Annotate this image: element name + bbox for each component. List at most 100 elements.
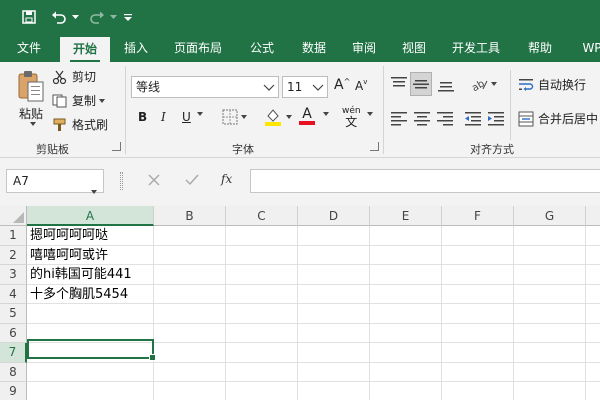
align-bottom-icon[interactable] bbox=[437, 76, 455, 92]
tab-help[interactable]: 帮助 bbox=[516, 34, 564, 62]
font-launcher-icon[interactable] bbox=[370, 142, 379, 151]
grid-cell[interactable] bbox=[370, 362, 442, 382]
grid-cell[interactable] bbox=[586, 343, 600, 363]
grid-cell[interactable] bbox=[586, 363, 600, 382]
row-header[interactable]: 7 bbox=[0, 343, 27, 363]
tab-file[interactable]: 文件 bbox=[4, 34, 54, 62]
grid-cell[interactable] bbox=[586, 324, 600, 343]
column-header-f[interactable]: F bbox=[442, 206, 514, 226]
bold-button[interactable]: B bbox=[138, 110, 147, 124]
paste-button-label[interactable]: 粘贴 bbox=[14, 105, 48, 122]
grid-cell[interactable] bbox=[27, 362, 154, 382]
grid-cell[interactable] bbox=[154, 323, 226, 343]
tab-data[interactable]: 数据 bbox=[290, 34, 338, 62]
undo-icon[interactable] bbox=[48, 6, 70, 28]
grid-cell[interactable] bbox=[154, 382, 226, 400]
grid-cell[interactable] bbox=[370, 226, 442, 246]
clipboard-launcher-icon[interactable] bbox=[112, 142, 121, 151]
grid-cell[interactable] bbox=[370, 265, 442, 285]
grid-cell[interactable] bbox=[586, 304, 600, 324]
borders-icon[interactable] bbox=[222, 109, 247, 125]
grid-cell[interactable] bbox=[298, 382, 370, 400]
grid-cell[interactable] bbox=[154, 284, 226, 304]
wrap-text-button[interactable]: 自动换行 bbox=[518, 76, 586, 93]
grid-cell[interactable] bbox=[514, 382, 586, 400]
grid-cell[interactable] bbox=[442, 245, 514, 265]
increase-font-size-button[interactable]: A ^ bbox=[334, 77, 350, 94]
save-icon[interactable] bbox=[18, 6, 40, 28]
grid-cell[interactable] bbox=[370, 343, 442, 363]
paste-dropdown-icon[interactable] bbox=[27, 122, 36, 126]
grid-cell[interactable] bbox=[298, 265, 370, 285]
row-header[interactable]: 6 bbox=[0, 323, 27, 343]
decrease-font-size-button[interactable]: Av bbox=[355, 78, 367, 93]
grid-cell[interactable] bbox=[154, 304, 226, 324]
cell-a4[interactable]: 十多个胸肌5454 bbox=[27, 284, 154, 304]
phonetic-guide-button[interactable]: wén 文 bbox=[342, 106, 361, 128]
grid-cell[interactable] bbox=[514, 343, 586, 363]
formula-input[interactable] bbox=[250, 169, 600, 193]
tab-formulas[interactable]: 公式 bbox=[238, 34, 286, 62]
increase-indent-icon[interactable] bbox=[487, 110, 505, 126]
grid-cell[interactable] bbox=[442, 362, 514, 382]
chevron-down-icon[interactable] bbox=[88, 179, 97, 201]
grid-cell[interactable] bbox=[514, 265, 586, 285]
grid-cell[interactable] bbox=[27, 382, 154, 400]
row-header[interactable]: 1 bbox=[0, 226, 27, 246]
merge-center-button[interactable]: 合并后居中 bbox=[518, 110, 598, 127]
column-header-c[interactable]: C bbox=[226, 206, 298, 226]
grid-cell[interactable] bbox=[226, 343, 298, 363]
customize-icon[interactable] bbox=[120, 6, 136, 28]
orientation-icon[interactable]: ab bbox=[470, 76, 497, 92]
row-header[interactable]: 5 bbox=[0, 304, 27, 324]
grid-cell[interactable] bbox=[226, 323, 298, 343]
grid-cell[interactable] bbox=[27, 304, 154, 324]
grid-cell[interactable] bbox=[442, 284, 514, 304]
align-top-icon[interactable] bbox=[390, 76, 408, 92]
grid-cell[interactable] bbox=[586, 226, 600, 246]
grid-cell[interactable] bbox=[370, 382, 442, 400]
grid-cell[interactable] bbox=[298, 245, 370, 265]
column-header-e[interactable]: E bbox=[370, 206, 442, 226]
tab-review[interactable]: 审阅 bbox=[340, 34, 388, 62]
grid-cell[interactable] bbox=[298, 362, 370, 382]
cancel-icon[interactable] bbox=[148, 174, 160, 189]
row-header[interactable]: 2 bbox=[0, 245, 27, 265]
grid-cell[interactable] bbox=[442, 265, 514, 285]
grid-cell[interactable] bbox=[226, 226, 298, 246]
grid-cell[interactable] bbox=[226, 362, 298, 382]
grid-cell[interactable] bbox=[370, 304, 442, 324]
font-color-dropdown-icon[interactable] bbox=[320, 112, 329, 116]
tab-wps[interactable]: WP bbox=[572, 34, 600, 62]
phonetic-dropdown-icon[interactable] bbox=[364, 112, 373, 116]
redo-dropdown-icon[interactable] bbox=[108, 6, 118, 28]
grid-cell[interactable] bbox=[154, 245, 226, 265]
cell-a3[interactable]: 的hi韩国可能441 bbox=[27, 265, 154, 285]
align-right-icon[interactable] bbox=[436, 110, 454, 126]
paste-icon[interactable] bbox=[14, 68, 48, 104]
decrease-indent-icon[interactable] bbox=[464, 110, 482, 126]
grid-cell[interactable] bbox=[226, 265, 298, 285]
grid-cell[interactable] bbox=[370, 245, 442, 265]
grid-cell[interactable] bbox=[586, 265, 600, 285]
copy-dropdown-icon[interactable] bbox=[99, 98, 106, 103]
active-cell-a7[interactable] bbox=[27, 339, 156, 361]
insert-function-icon[interactable]: fx bbox=[221, 172, 232, 186]
grid-cell[interactable] bbox=[298, 226, 370, 246]
name-box[interactable]: A7 bbox=[6, 169, 104, 194]
column-header-g[interactable]: G bbox=[514, 206, 586, 226]
grid-cell[interactable] bbox=[514, 245, 586, 265]
grid-cell[interactable] bbox=[298, 323, 370, 343]
grid-cell[interactable] bbox=[298, 343, 370, 363]
tab-view[interactable]: 视图 bbox=[390, 34, 438, 62]
grid-cell[interactable] bbox=[226, 304, 298, 324]
row-header[interactable]: 9 bbox=[0, 382, 27, 400]
grid-cell[interactable] bbox=[514, 226, 586, 246]
grid-cell[interactable] bbox=[226, 382, 298, 400]
grid-cell[interactable] bbox=[226, 284, 298, 304]
font-color-icon[interactable]: A bbox=[299, 107, 315, 125]
grid-cell[interactable] bbox=[514, 362, 586, 382]
italic-button[interactable]: I bbox=[161, 110, 166, 124]
column-header-a[interactable]: A bbox=[27, 206, 154, 226]
grid-cell[interactable] bbox=[442, 304, 514, 324]
